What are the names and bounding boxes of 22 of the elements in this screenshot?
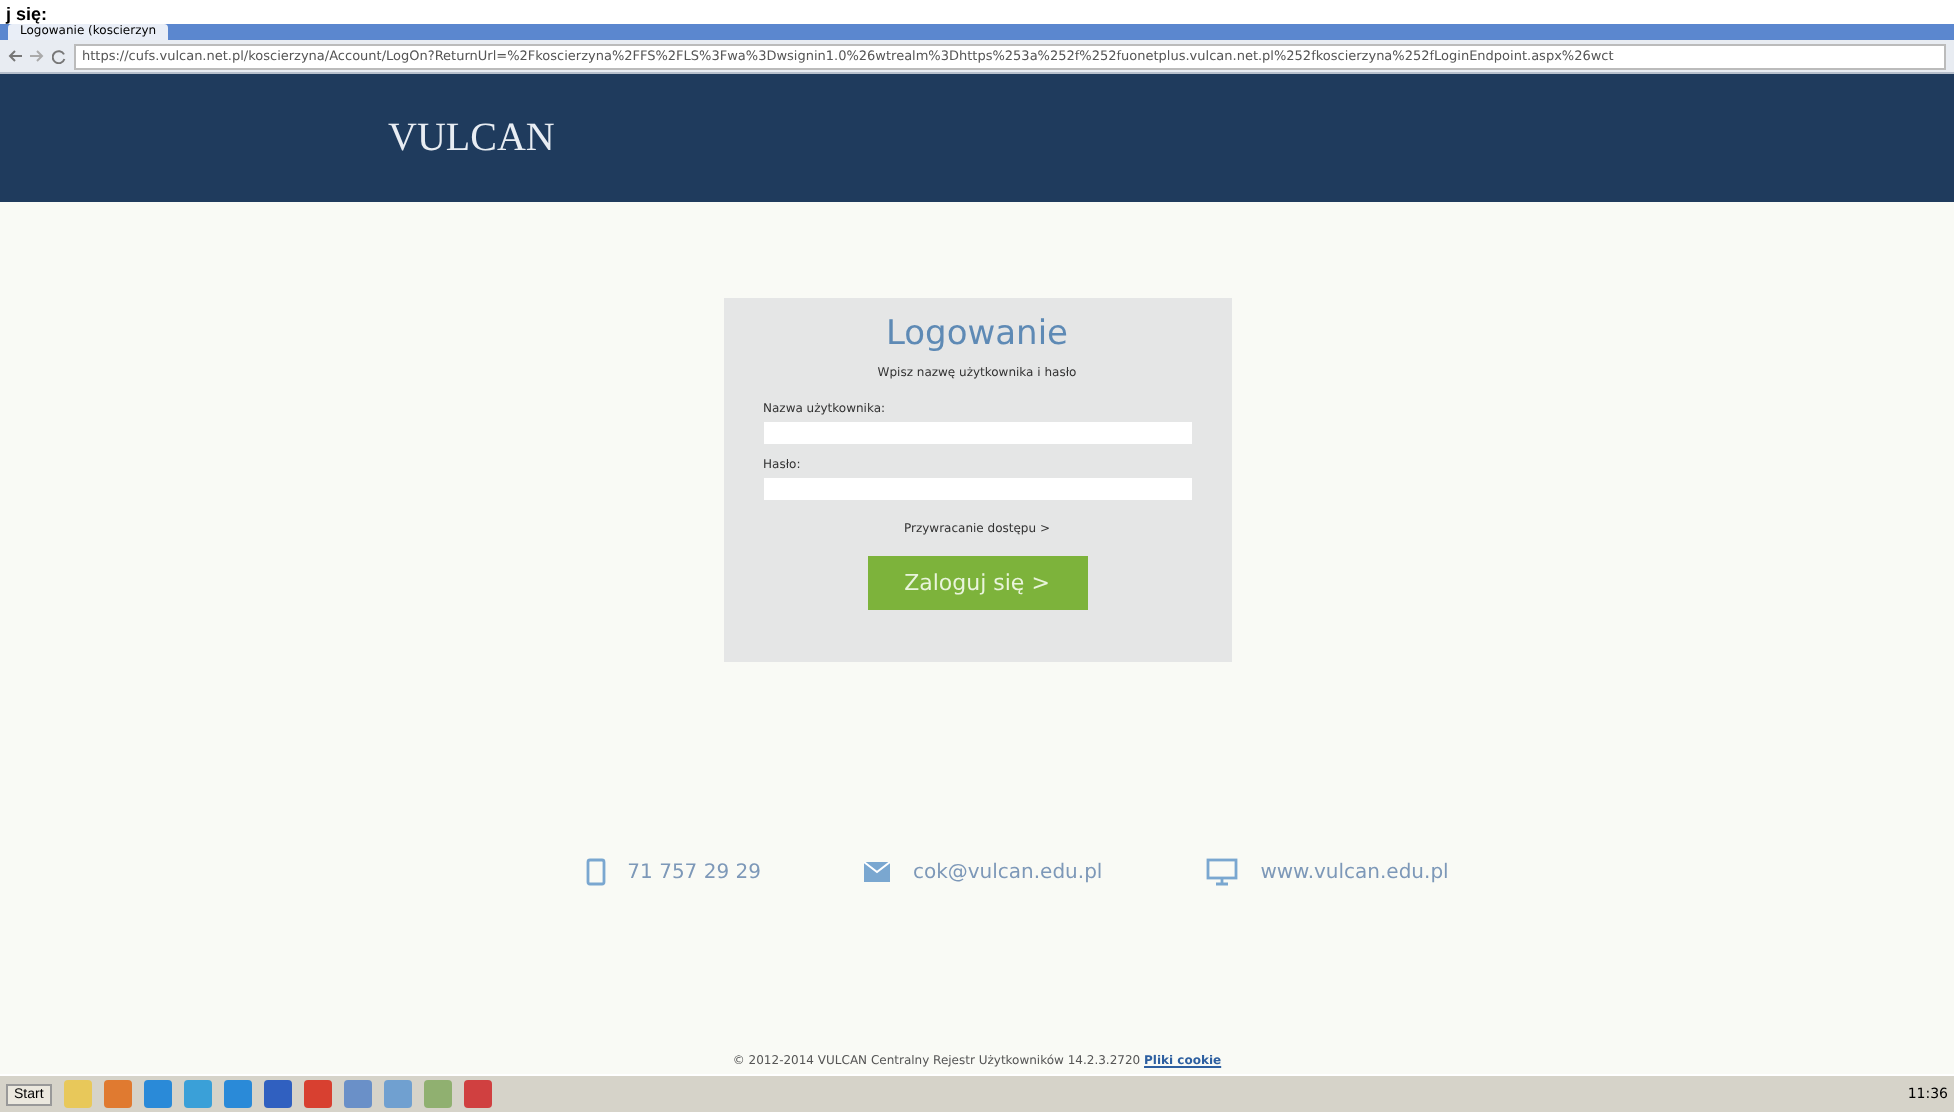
taskbar-app-icon[interactable] [463, 1080, 492, 1108]
phone-number: 71 757 29 29 [627, 861, 761, 883]
taskbar-app-icon[interactable] [343, 1080, 372, 1108]
taskbar-app-icon[interactable] [183, 1080, 212, 1108]
vulcan-logo: VULCAN [388, 115, 555, 161]
taskbar-app-icon[interactable] [103, 1080, 132, 1108]
caption-text: j się: [3, 2, 48, 25]
username-field[interactable] [763, 422, 1191, 444]
taskbar-app-icon[interactable] [423, 1080, 452, 1108]
login-title: Logowanie [885, 314, 1069, 354]
taskbar-app-icon[interactable] [383, 1080, 412, 1108]
taskbar-app-icon[interactable] [303, 1080, 332, 1108]
taskbar-app-icon[interactable] [143, 1080, 172, 1108]
reload-icon[interactable] [52, 49, 66, 63]
forward-icon[interactable] [30, 50, 44, 62]
taskbar-app-icon[interactable] [263, 1080, 292, 1108]
password-field[interactable] [763, 478, 1191, 500]
phone-icon [585, 858, 606, 886]
taskbar-app-icon[interactable] [223, 1080, 252, 1108]
envelope-icon [864, 862, 891, 882]
back-icon[interactable] [8, 50, 22, 62]
monitor-icon [1206, 858, 1239, 886]
